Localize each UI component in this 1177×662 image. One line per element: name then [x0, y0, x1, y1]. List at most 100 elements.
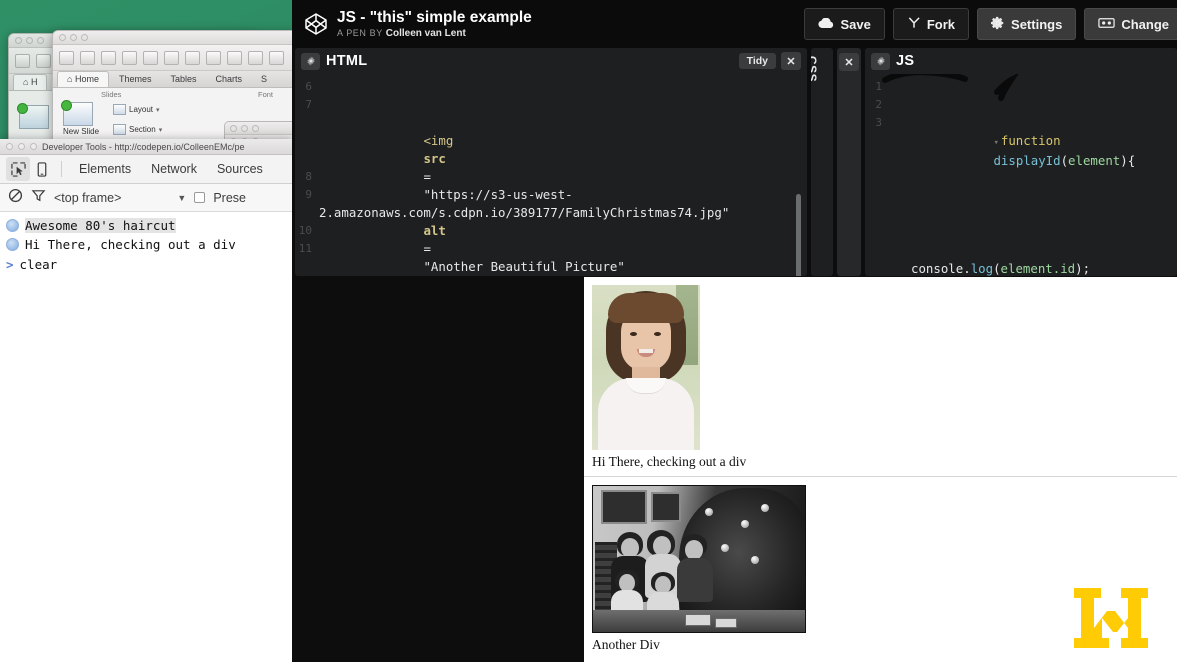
- inspect-element-icon[interactable]: [6, 157, 30, 181]
- minimize-dot-icon[interactable]: [241, 124, 248, 132]
- devtools-window[interactable]: Developer Tools - http://codepen.io/Coll…: [0, 139, 292, 662]
- save-icon[interactable]: [122, 50, 137, 65]
- alt-attr: alt: [423, 223, 446, 238]
- change-view-button[interactable]: Change: [1084, 8, 1177, 40]
- section-button[interactable]: Section ▾: [113, 124, 162, 135]
- close-icon[interactable]: ✕: [839, 53, 859, 71]
- undo-icon[interactable]: [101, 50, 116, 65]
- photo-detail: [751, 556, 759, 564]
- preserve-log-checkbox[interactable]: [194, 192, 206, 203]
- ribbon-tab-charts[interactable]: Charts: [207, 72, 252, 87]
- vertical-scrollbar[interactable]: [796, 194, 801, 276]
- html-code-area[interactable]: 6 7 8 9 10 11 <img src = "https://s3-us-…: [295, 74, 807, 276]
- photo-detail: [741, 520, 749, 528]
- settings-label: Settings: [1011, 16, 1063, 32]
- ribbon-tab-smartart[interactable]: S: [252, 72, 276, 87]
- powerpoint-window-front[interactable]: ⌂ Home Themes Tables Charts S Slides Fon…: [52, 30, 297, 145]
- zoom-dot-icon[interactable]: [81, 34, 88, 41]
- code-line: ▾ function displayId(element){: [889, 114, 1167, 188]
- zoom-dot-icon[interactable]: [37, 37, 44, 44]
- filter-icon[interactable]: [31, 188, 46, 208]
- preview-image-2[interactable]: [592, 485, 806, 633]
- group-label-slides: Slides: [101, 90, 122, 99]
- paren-open: (: [993, 261, 1001, 276]
- js-source-text[interactable]: ▾ function displayId(element){ console.lo…: [887, 74, 1177, 276]
- close-dot-icon[interactable]: [230, 124, 237, 132]
- tidy-button[interactable]: Tidy: [738, 53, 776, 69]
- photo-detail: [651, 492, 681, 522]
- close-icon[interactable]: ✕: [781, 52, 801, 70]
- layout-label: Layout: [129, 105, 154, 114]
- layout-button[interactable]: Layout ▾: [113, 104, 160, 115]
- minimize-dot-icon[interactable]: [26, 37, 33, 44]
- toolbar-icon[interactable]: [36, 53, 51, 68]
- console-filter-bar: <top frame> ▼ Prese: [0, 184, 292, 212]
- print-icon[interactable]: [143, 50, 158, 65]
- fork-button[interactable]: Fork: [892, 8, 970, 40]
- zoom-dot-icon[interactable]: [30, 143, 37, 150]
- zoom-dot-icon[interactable]: [252, 124, 259, 132]
- line-number: 3: [875, 116, 882, 129]
- ribbon-tab-home[interactable]: ⌂ H: [13, 74, 48, 90]
- devtools-tab-elements[interactable]: Elements: [69, 162, 141, 176]
- console-object: console: [911, 261, 964, 276]
- minimize-dot-icon[interactable]: [70, 34, 77, 41]
- alt-value: "Another Beautiful Picture": [423, 259, 625, 274]
- chevron-down-icon[interactable]: ▼: [177, 193, 186, 203]
- gear-icon[interactable]: [871, 52, 890, 70]
- open-icon[interactable]: [80, 50, 95, 65]
- cut-icon[interactable]: [164, 50, 179, 65]
- toolbar-divider: [61, 161, 62, 177]
- equals: =: [423, 169, 431, 184]
- toolbar-icons: [53, 45, 296, 71]
- save-button[interactable]: Save: [804, 8, 885, 40]
- photo-detail: [601, 490, 647, 524]
- pen-author[interactable]: Colleen van Lent: [386, 28, 466, 39]
- preview-image-1[interactable]: [592, 285, 700, 450]
- ribbon-tab-label: Home: [74, 74, 99, 84]
- format-painter-icon[interactable]: [227, 50, 242, 65]
- paren-open: (: [1060, 153, 1069, 168]
- close-dot-icon[interactable]: [15, 37, 22, 44]
- clear-console-icon[interactable]: [8, 188, 23, 208]
- css-editor-pane-collapsed[interactable]: CSS: [811, 48, 833, 276]
- copy-icon[interactable]: [185, 50, 200, 65]
- console-context-selector[interactable]: <top frame>: [54, 191, 121, 205]
- minimize-dot-icon[interactable]: [18, 143, 25, 150]
- new-slide-button[interactable]: New Slide: [61, 100, 99, 136]
- statement-end: );: [1075, 261, 1091, 276]
- html-editor-pane[interactable]: HTML Tidy ✕ 6 7 8 9 10 11 <img src = "ht…: [295, 48, 807, 276]
- js-editor-pane[interactable]: JS 1 2 3 ▾function displayId(element){: [865, 48, 1177, 276]
- toolbar-icon[interactable]: [15, 53, 30, 68]
- chevron-down-icon[interactable]: ▾: [159, 126, 163, 134]
- media-icon[interactable]: [248, 50, 263, 65]
- chevron-down-icon[interactable]: ▾: [156, 106, 160, 114]
- new-icon[interactable]: [59, 50, 74, 65]
- console-entry[interactable]: Hi There, checking out a div: [0, 235, 292, 254]
- more-icon[interactable]: [269, 50, 284, 65]
- paste-icon[interactable]: [206, 50, 221, 65]
- photo-detail: [630, 332, 637, 336]
- close-dot-icon[interactable]: [6, 143, 13, 150]
- js-code-area[interactable]: 1 2 3 ▾ function displayId(element){ cons…: [865, 74, 1177, 276]
- change-view-icon: [1098, 17, 1115, 32]
- devtools-tab-network[interactable]: Network: [141, 162, 207, 176]
- console-prompt-row[interactable]: > clear: [0, 254, 292, 275]
- devtools-tab-sources[interactable]: Sources: [207, 162, 273, 176]
- line-number: 1: [875, 80, 882, 93]
- gear-icon[interactable]: [301, 52, 320, 70]
- fold-caret-icon[interactable]: ▾: [993, 138, 998, 148]
- device-toolbar-icon[interactable]: [30, 157, 54, 181]
- html-source-text[interactable]: <img src = "https://s3-us-west-2.amazona…: [317, 74, 807, 276]
- console-prompt-input[interactable]: clear: [20, 257, 58, 272]
- equals: =: [423, 241, 431, 256]
- ribbon-tab-tables[interactable]: Tables: [161, 72, 205, 87]
- codepen-logo-icon[interactable]: [304, 12, 328, 36]
- ribbon-tab-home[interactable]: ⌂ Home: [57, 71, 109, 87]
- new-slide-button[interactable]: ▾: [17, 103, 56, 129]
- console-entry-text: Hi There, checking out a div: [25, 237, 236, 252]
- ribbon-tab-themes[interactable]: Themes: [110, 72, 161, 87]
- close-dot-icon[interactable]: [59, 34, 66, 41]
- console-entry[interactable]: Awesome 80's haircut: [0, 216, 292, 235]
- settings-button[interactable]: Settings: [977, 8, 1077, 40]
